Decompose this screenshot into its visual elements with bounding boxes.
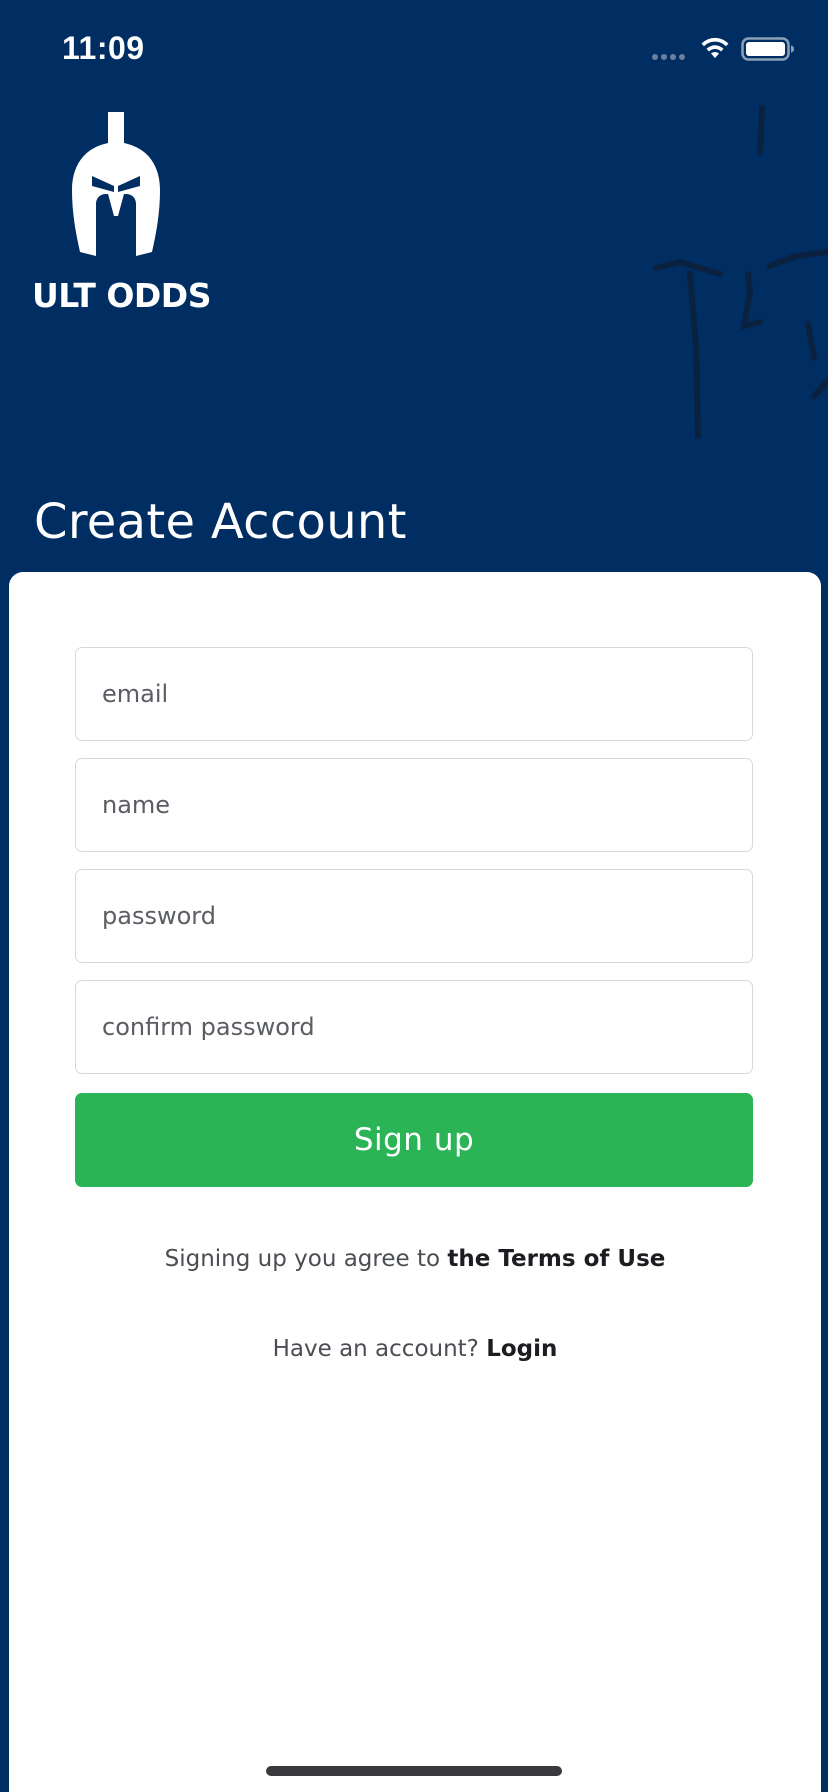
status-bar: 11:09 [0,0,828,100]
password-input[interactable] [76,870,752,962]
name-input[interactable] [76,759,752,851]
login-prefix-text: Have an account? [272,1336,487,1362]
brand-logo: ULT ODDS [32,112,212,315]
spartan-helmet-icon [72,112,160,256]
cellular-signal-icon [652,54,690,60]
signup-screen: 11:09 ULT ODDS Create Account email name… [0,0,828,1792]
terms-prefix-text: Signing up you agree to [164,1246,448,1272]
terms-notice: Signing up you agree to the Terms of Use [9,1246,821,1272]
terms-of-use-link[interactable]: the Terms of Use [447,1246,665,1272]
page-title: Create Account [34,494,407,550]
brand-name: ULT ODDS [32,276,211,315]
password-field[interactable] [75,869,753,963]
login-prompt: Have an account? Login [9,1336,821,1362]
signup-card: Sign up Signing up you agree to the Term… [9,572,821,1792]
login-link[interactable]: Login [486,1336,557,1362]
confirm-password-field[interactable] [75,980,753,1074]
name-field[interactable] [75,758,753,852]
wifi-icon [701,37,729,58]
status-time: 11:09 [62,30,145,66]
email-input[interactable] [76,648,752,740]
email-field[interactable] [75,647,753,741]
home-indicator[interactable] [266,1766,562,1776]
confirm-password-input[interactable] [76,981,752,1073]
battery-icon [741,37,794,61]
helmet-watermark-graphic [653,105,828,439]
sign-up-button[interactable]: Sign up [75,1093,753,1187]
